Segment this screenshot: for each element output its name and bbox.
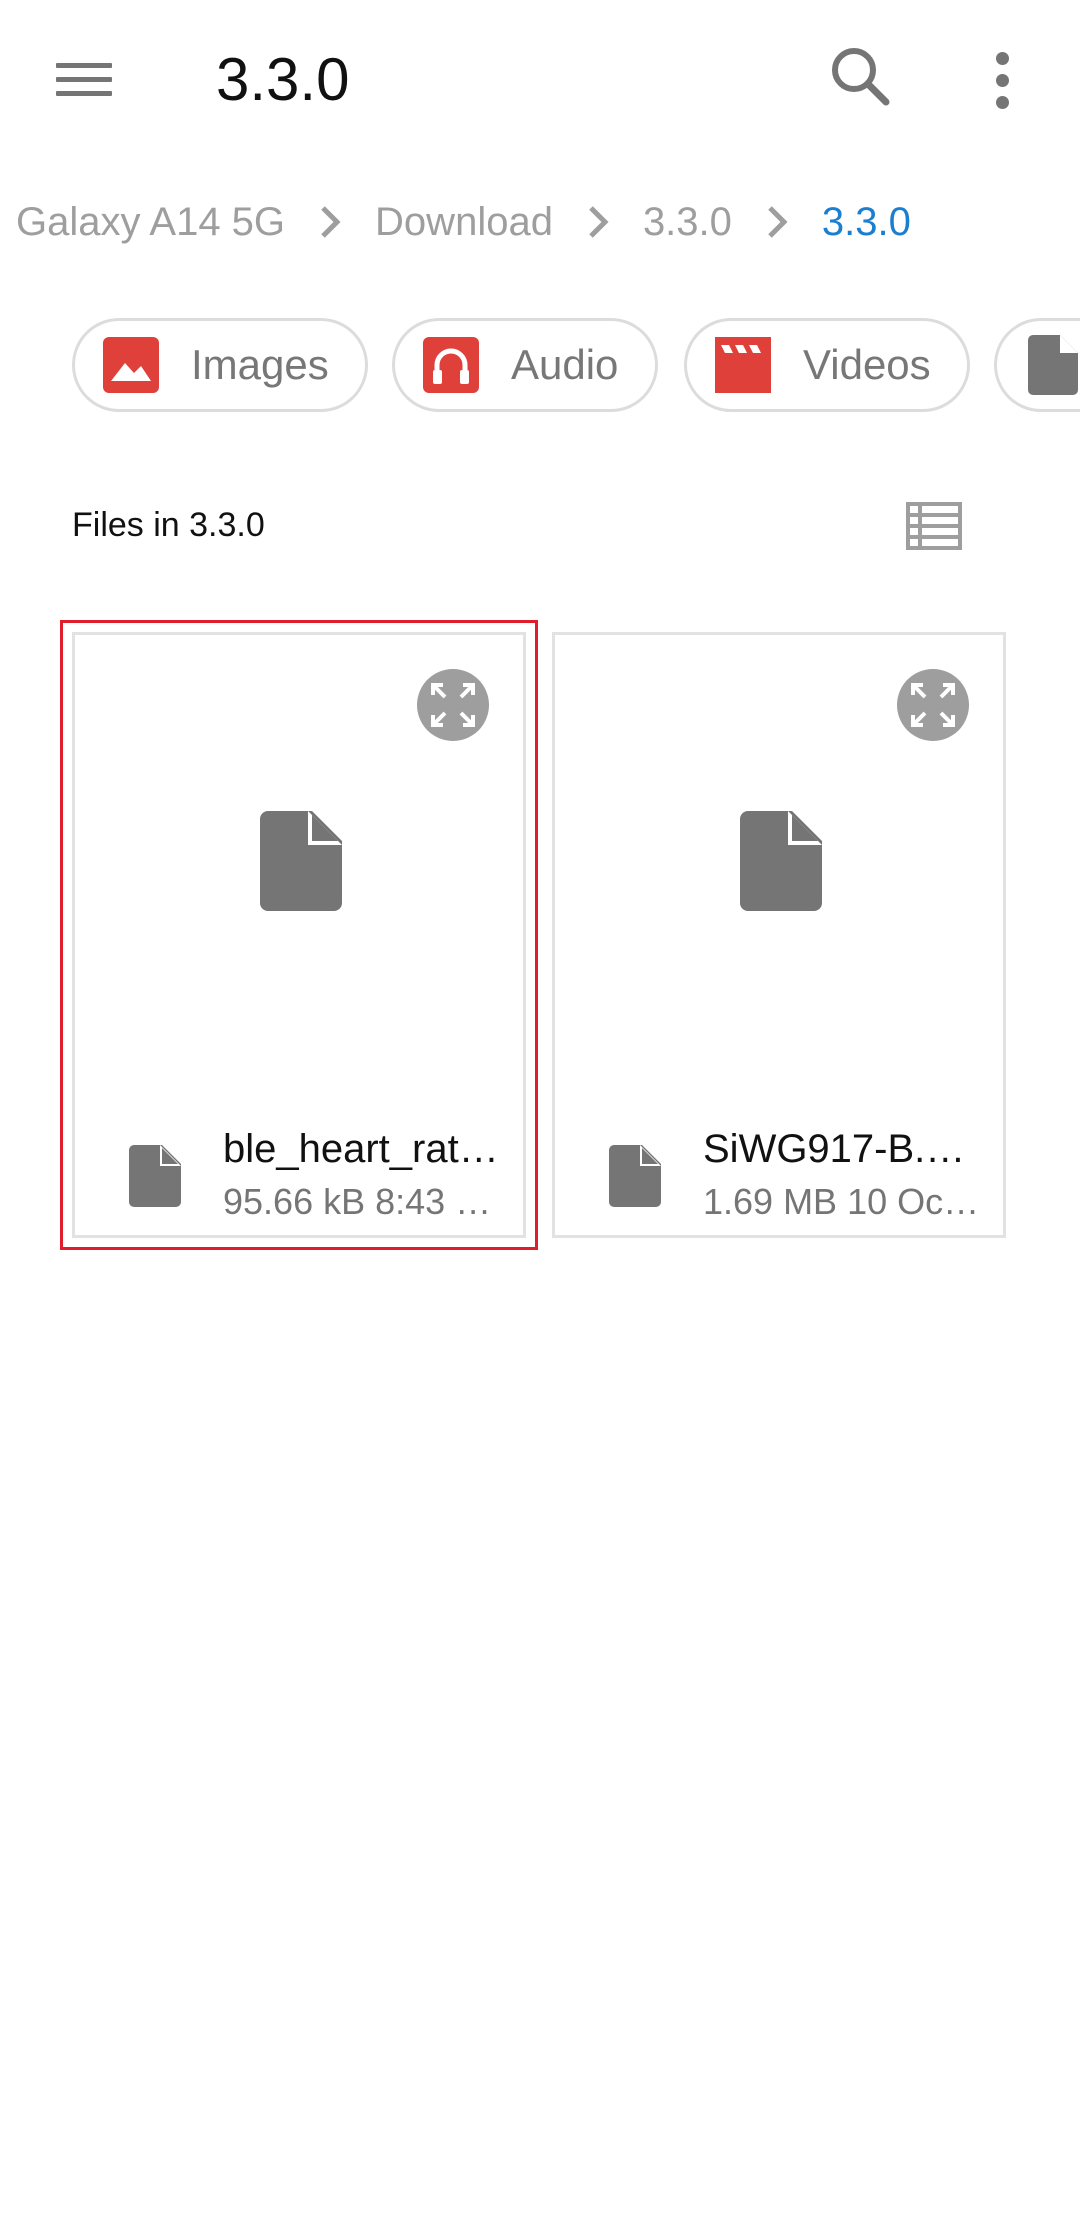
breadcrumb-item-current-folder[interactable]: 3.3.0 — [822, 200, 911, 245]
search-icon[interactable] — [824, 40, 900, 116]
file-info: 95.66 kB 8:43 … — [223, 1181, 492, 1222]
expand-icon[interactable] — [897, 669, 969, 741]
chip-label: Videos — [803, 341, 931, 388]
breadcrumb-item-parent-folder[interactable]: 3.3.0 — [643, 200, 732, 245]
file-card[interactable]: ble_heart_rat… 95.66 kB 8:43 … — [60, 620, 538, 1250]
chip-label: Audio — [511, 341, 619, 388]
breadcrumb: Galaxy A14 5G Download 3.3.0 3.3.0 — [16, 192, 911, 252]
top-app-bar: 3.3.0 — [0, 0, 1080, 160]
file-name: SiWG917-B.… — [703, 1127, 966, 1171]
headphones-icon — [423, 337, 479, 393]
breadcrumb-item-device[interactable]: Galaxy A14 5G — [16, 200, 285, 245]
clapperboard-icon — [715, 337, 771, 393]
file-preview-icon — [740, 811, 822, 911]
chip-label: Images — [191, 341, 329, 388]
file-preview-icon — [260, 811, 342, 911]
more-vert-icon[interactable] — [966, 44, 1038, 116]
file-info: 1.69 MB 10 Oc… — [703, 1181, 980, 1222]
expand-icon[interactable] — [417, 669, 489, 741]
chip-audio[interactable]: Audio — [392, 318, 658, 412]
breadcrumb-item-download[interactable]: Download — [375, 200, 553, 245]
chevron-right-icon — [285, 192, 375, 252]
file-meta: ble_heart_rat… 95.66 kB 8:43 … — [75, 1117, 523, 1227]
file-browser-screen: 3.3.0 Galaxy A14 5G Download 3.3.0 3.3.0 — [0, 0, 1080, 2240]
file-name: ble_heart_rat… — [223, 1127, 499, 1171]
section-title: Files in 3.3.0 — [72, 506, 265, 544]
list-view-icon[interactable] — [906, 502, 962, 558]
file-icon — [129, 1145, 181, 1207]
image-icon — [103, 337, 159, 393]
chevron-right-icon — [732, 192, 822, 252]
chip-images[interactable]: Images — [72, 318, 368, 412]
document-icon — [1025, 335, 1080, 395]
file-card[interactable]: SiWG917-B.… 1.69 MB 10 Oc… — [552, 632, 1006, 1238]
file-meta: SiWG917-B.… 1.69 MB 10 Oc… — [555, 1117, 1003, 1227]
file-icon — [609, 1145, 661, 1207]
chip-videos[interactable]: Videos — [684, 318, 970, 412]
hamburger-menu-icon[interactable] — [44, 44, 124, 114]
page-title: 3.3.0 — [216, 46, 350, 113]
category-chips: Images Audio Videos — [72, 318, 1080, 416]
chevron-right-icon — [553, 192, 643, 252]
chip-documents[interactable] — [994, 318, 1080, 412]
